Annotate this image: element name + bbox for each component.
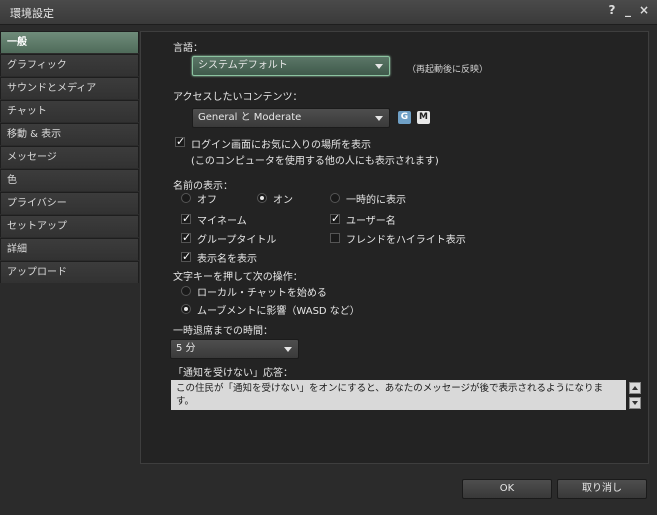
show-favorites-note: (このコンピュータを使用する他の人にも表示されます) — [191, 156, 439, 167]
keys-chat-label: ローカル・チャットを始める — [197, 288, 327, 299]
language-value: システムデフォルト — [198, 60, 288, 71]
rating-general-icon: G — [398, 111, 411, 124]
display-name-checkbox[interactable] — [181, 250, 191, 263]
sidebar-item-messages[interactable]: メッセージ — [0, 146, 139, 168]
user-name-label: ユーザー名 — [346, 216, 396, 227]
minimize-icon[interactable]: _ — [623, 3, 633, 17]
away-timeout-dropdown[interactable]: 5 分 — [170, 339, 299, 359]
scroll-down-icon[interactable] — [629, 397, 641, 409]
names-off-radio[interactable] — [181, 193, 191, 203]
sidebar-item-privacy[interactable]: プライバシー — [0, 192, 139, 214]
sidebar-item-upload[interactable]: アップロード — [0, 261, 139, 283]
cancel-button[interactable]: 取り消し — [557, 479, 647, 499]
names-temporary-radio[interactable] — [330, 193, 340, 203]
sidebar-item-general[interactable]: 一般 — [0, 31, 139, 53]
names-off-label: オフ — [197, 195, 217, 206]
group-title-label: グループタイトル — [197, 235, 277, 246]
keys-chat-radio[interactable] — [181, 286, 191, 296]
sidebar-item-colors[interactable]: 色 — [0, 169, 139, 191]
title-bar: 環境設定 ? _ × — [0, 0, 657, 25]
chevron-down-icon — [375, 116, 383, 121]
help-icon[interactable]: ? — [607, 3, 617, 17]
language-note: （再起動後に反映） — [407, 65, 489, 75]
user-name-checkbox[interactable] — [330, 212, 340, 225]
my-name-checkbox[interactable] — [181, 212, 191, 225]
show-favorites-checkbox[interactable] — [175, 135, 185, 148]
names-label: 名前の表示： — [173, 181, 233, 192]
chevron-down-icon — [375, 64, 383, 69]
busy-response-label: 「通知を受けない」応答： — [173, 368, 293, 379]
window-controls: ? _ × — [607, 3, 650, 17]
sidebar-item-chat[interactable]: チャット — [0, 100, 139, 122]
away-timeout-value: 5 分 — [176, 343, 196, 354]
names-on-radio[interactable] — [257, 193, 267, 203]
keys-movement-radio[interactable] — [181, 304, 191, 314]
display-name-label: 表示名を表示 — [197, 254, 257, 265]
window-title: 環境設定 — [10, 7, 54, 20]
names-on-label: オン — [273, 195, 293, 206]
content-dropdown[interactable]: General と Moderate — [192, 108, 390, 128]
group-title-checkbox[interactable] — [181, 231, 191, 244]
my-name-label: マイネーム — [197, 216, 247, 227]
sidebar-item-advanced[interactable]: 詳細 — [0, 238, 139, 260]
keys-movement-label: ムーブメントに影響（WASD など） — [197, 306, 360, 317]
sidebar-item-setup[interactable]: セットアップ — [0, 215, 139, 237]
language-dropdown[interactable]: システムデフォルト — [192, 56, 390, 76]
sidebar-item-sound-media[interactable]: サウンドとメディア — [0, 77, 139, 99]
scroll-up-icon[interactable] — [629, 382, 641, 394]
highlight-friends-label: フレンドをハイライト表示 — [346, 235, 466, 246]
away-label: 一時退席までの時間： — [173, 326, 273, 337]
language-label: 言語： — [173, 43, 203, 54]
content-value: General と Moderate — [198, 112, 302, 123]
keys-label: 文字キーを押して次の操作： — [173, 272, 303, 283]
rating-moderate-icon: M — [417, 111, 430, 124]
show-favorites-label: ログイン画面にお気に入りの場所を表示 — [191, 140, 371, 151]
close-icon[interactable]: × — [639, 3, 649, 17]
sidebar-item-graphics[interactable]: グラフィック — [0, 54, 139, 76]
names-temporary-label: 一時的に表示 — [346, 195, 406, 206]
content-label: アクセスしたいコンテンツ： — [173, 92, 303, 103]
sidebar: 一般 グラフィック サウンドとメディア チャット 移動 & 表示 メッセージ 色… — [0, 31, 139, 284]
chevron-down-icon — [284, 347, 292, 352]
highlight-friends-checkbox[interactable] — [330, 233, 340, 243]
busy-response-textarea[interactable]: この住民が「通知を受けない」をオンにすると、あなたのメッセージが後で表示されるよ… — [171, 380, 626, 410]
ok-button[interactable]: OK — [462, 479, 552, 499]
general-settings-panel: 言語： システムデフォルト （再起動後に反映） アクセスしたいコンテンツ： Ge… — [140, 31, 649, 464]
sidebar-item-move-view[interactable]: 移動 & 表示 — [0, 123, 139, 145]
